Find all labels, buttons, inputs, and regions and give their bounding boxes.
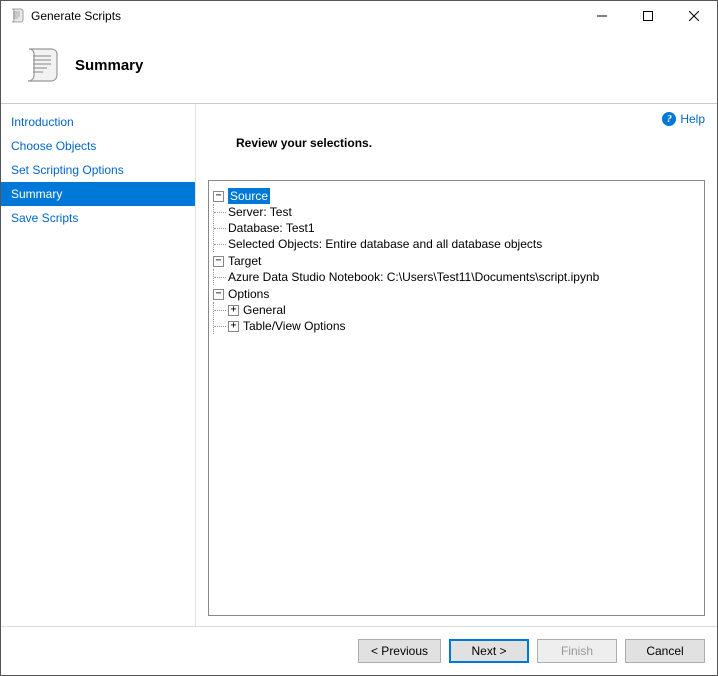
sidebar-item-choose-objects[interactable]: Choose Objects bbox=[1, 134, 195, 158]
footer-buttons: < Previous Next > Finish Cancel bbox=[1, 626, 717, 675]
sidebar-item-introduction[interactable]: Introduction bbox=[1, 110, 195, 134]
help-icon: ? bbox=[662, 112, 676, 126]
tree-node-general[interactable]: General bbox=[243, 302, 286, 318]
tree-leaf-server[interactable]: ServerTest bbox=[228, 204, 292, 220]
main-panel: ? Help Review your selections. − Source bbox=[196, 104, 717, 626]
section-heading: Review your selections. bbox=[208, 136, 705, 150]
tree-node-source[interactable]: Source bbox=[228, 188, 270, 204]
page-header: Summary bbox=[1, 31, 717, 103]
previous-button[interactable]: < Previous bbox=[358, 639, 441, 663]
minimize-button[interactable] bbox=[579, 1, 625, 31]
titlebar: Generate Scripts bbox=[1, 1, 717, 31]
maximize-button[interactable] bbox=[625, 1, 671, 31]
close-button[interactable] bbox=[671, 1, 717, 31]
tree-leaf-notebook[interactable]: Azure Data Studio NotebookC:\Users\Test1… bbox=[228, 269, 599, 285]
sidebar-item-set-scripting-options[interactable]: Set Scripting Options bbox=[1, 158, 195, 182]
collapse-icon[interactable]: − bbox=[213, 289, 224, 300]
next-button[interactable]: Next > bbox=[449, 639, 529, 663]
wizard-sidebar: Introduction Choose Objects Set Scriptin… bbox=[1, 104, 196, 626]
collapse-icon[interactable]: − bbox=[213, 191, 224, 202]
tree-node-target[interactable]: Target bbox=[228, 253, 261, 269]
expand-icon[interactable]: + bbox=[228, 321, 239, 332]
page-title: Summary bbox=[75, 57, 143, 74]
sidebar-item-summary[interactable]: Summary bbox=[1, 182, 195, 206]
finish-button: Finish bbox=[537, 639, 617, 663]
script-large-icon bbox=[21, 45, 61, 85]
script-icon bbox=[9, 8, 25, 24]
tree-leaf-database[interactable]: DatabaseTest1 bbox=[228, 220, 315, 236]
tree-node-tableview[interactable]: Table/View Options bbox=[243, 318, 346, 334]
expand-icon[interactable]: + bbox=[228, 305, 239, 316]
sidebar-item-save-scripts[interactable]: Save Scripts bbox=[1, 206, 195, 230]
window-title: Generate Scripts bbox=[31, 9, 579, 23]
cancel-button[interactable]: Cancel bbox=[625, 639, 705, 663]
window-controls bbox=[579, 1, 717, 31]
tree-leaf-selected-objects[interactable]: Selected ObjectsEntire database and all … bbox=[228, 236, 542, 252]
help-label: Help bbox=[680, 112, 705, 126]
summary-tree[interactable]: − Source ServerTest bbox=[208, 180, 705, 616]
tree-node-options[interactable]: Options bbox=[228, 286, 269, 302]
collapse-icon[interactable]: − bbox=[213, 256, 224, 267]
help-link[interactable]: ? Help bbox=[662, 112, 705, 126]
